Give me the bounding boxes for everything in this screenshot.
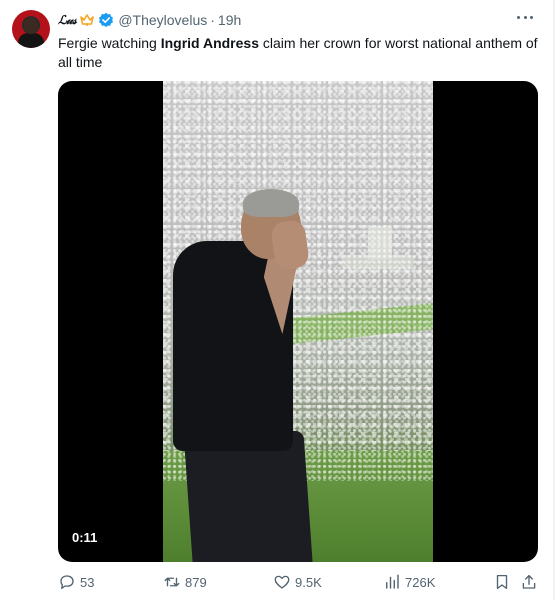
views-icon bbox=[386, 574, 399, 589]
avatar[interactable] bbox=[12, 10, 50, 48]
tweet[interactable]: ℒ𝓊𝓈 @Theylovelus · 19h Fergie watching I… bbox=[0, 0, 553, 600]
video-frame[interactable] bbox=[163, 81, 433, 562]
like-button[interactable]: 9.5K bbox=[273, 572, 322, 592]
bookmark-icon bbox=[496, 574, 508, 590]
tweet-text-before: Fergie watching bbox=[58, 35, 161, 51]
verified-icon[interactable] bbox=[98, 12, 114, 28]
reply-count: 53 bbox=[80, 574, 95, 590]
views-count: 726K bbox=[405, 574, 436, 590]
reply-button[interactable]: 53 bbox=[58, 572, 94, 592]
views-button[interactable]: 726K bbox=[383, 572, 435, 592]
repost-count: 879 bbox=[185, 574, 207, 590]
share-button[interactable] bbox=[520, 572, 542, 592]
avatar-face bbox=[24, 18, 38, 34]
display-name[interactable]: ℒ𝓊𝓈 bbox=[58, 13, 77, 28]
video-duration: 0:11 bbox=[66, 527, 104, 549]
share-icon bbox=[522, 574, 536, 589]
reply-icon bbox=[60, 575, 74, 590]
like-icon bbox=[274, 575, 290, 589]
tweet-header: ℒ𝓊𝓈 @Theylovelus · 19h bbox=[58, 10, 241, 30]
action-bar: 53 879 9.5K 726K bbox=[58, 572, 538, 592]
video-player[interactable]: 0:11 bbox=[58, 81, 538, 562]
repost-button[interactable]: 879 bbox=[163, 572, 207, 592]
bookmark-button[interactable] bbox=[493, 572, 515, 592]
crown-icon bbox=[79, 12, 95, 28]
tweet-text: Fergie watching Ingrid Andress claim her… bbox=[58, 34, 538, 72]
person-hair bbox=[243, 189, 299, 217]
handle[interactable]: @Theylovelus bbox=[118, 12, 207, 28]
repost-icon bbox=[164, 577, 180, 587]
separator-dot: · bbox=[210, 12, 215, 28]
timestamp[interactable]: 19h bbox=[218, 12, 241, 28]
more-icon[interactable] bbox=[517, 14, 533, 20]
tweet-text-bold[interactable]: Ingrid Andress bbox=[161, 35, 259, 51]
avatar-shirt bbox=[18, 33, 44, 48]
like-count: 9.5K bbox=[295, 574, 322, 590]
